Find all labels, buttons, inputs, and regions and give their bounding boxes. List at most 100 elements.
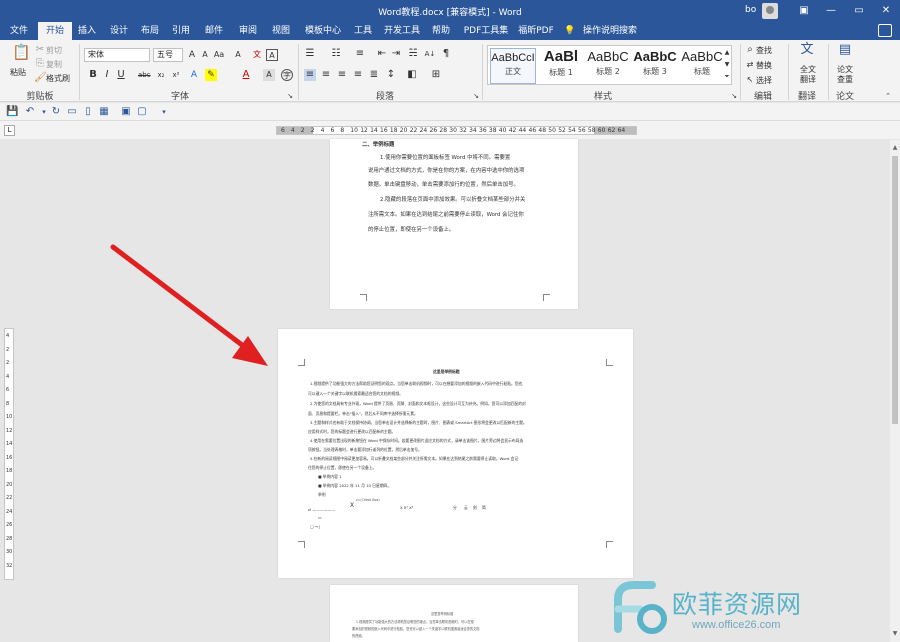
justify-icon[interactable]: ≡ [352, 69, 364, 81]
tab-developer[interactable]: 开发工具 [382, 22, 422, 40]
style-title[interactable]: AaBbC 标题 [679, 48, 725, 84]
increase-indent-icon[interactable]: ⇥ [390, 48, 402, 60]
shading-icon[interactable]: ◧ [406, 69, 418, 81]
select-button[interactable]: 选择 [756, 75, 772, 86]
char-border-icon[interactable]: A [266, 49, 278, 61]
restore-button[interactable]: ▭ [851, 3, 867, 19]
minimize-button[interactable]: — [823, 3, 839, 19]
tab-foxit-pdf[interactable]: 福昕PDF [516, 22, 556, 40]
draw-table-icon[interactable]: ▦ [98, 106, 110, 118]
cut-button[interactable]: 剪切 [46, 45, 62, 56]
highlight-icon[interactable]: ✎ [205, 69, 217, 81]
tell-me-search[interactable]: 操作说明搜索 [580, 22, 640, 40]
select-icon[interactable]: ↖ [744, 74, 756, 86]
styles-more-icon[interactable]: ⏷ [723, 71, 731, 83]
paragraph-dialog-launcher-icon[interactable]: ↘ [470, 90, 482, 102]
underline-icon[interactable]: U [115, 69, 127, 81]
paper-check-button[interactable]: 论文查重 [835, 65, 855, 85]
vertical-ruler[interactable]: 4 2 2 4 6 8 10 12 14 16 18 20 22 24 26 28 30 32 [4, 328, 14, 580]
scroll-up-icon[interactable]: ▲ [891, 144, 899, 152]
format-painter-button[interactable]: 格式刷 [46, 73, 70, 84]
replace-button[interactable]: 替换 [756, 60, 772, 71]
cut-icon[interactable]: ✂ [34, 44, 46, 56]
tab-view[interactable]: 视图 [268, 22, 294, 40]
styles-scroll-down-icon[interactable]: ▼ [723, 59, 731, 71]
scrollbar-thumb[interactable] [892, 156, 898, 424]
decrease-indent-icon[interactable]: ⇤ [376, 48, 388, 60]
multilevel-list-icon[interactable]: ≡ [354, 48, 366, 60]
text-effects-icon[interactable]: A [188, 69, 200, 81]
paste-icon[interactable]: 📋 [12, 45, 31, 64]
close-button[interactable]: ✕ [878, 3, 894, 19]
show-marks-icon[interactable]: ¶ [440, 48, 452, 60]
copy-button[interactable]: 复制 [46, 59, 62, 70]
char-shading-icon[interactable]: A [263, 69, 275, 81]
page-icon[interactable]: ▢ [136, 106, 148, 118]
document-page-3[interactable]: 这里是举例标题 1.视频提供了功能强大的方法帮助您证明您的观点。当您单击联机视频… [330, 585, 578, 642]
tab-template-center[interactable]: 模板中心 [301, 22, 345, 40]
tab-layout[interactable]: 布局 [137, 22, 163, 40]
italic-icon[interactable]: I [101, 69, 113, 81]
redo-icon[interactable]: ↻ [50, 106, 62, 118]
chinese-layout-icon[interactable]: ☵ [407, 48, 419, 60]
tab-references[interactable]: 引用 [168, 22, 194, 40]
style-normal[interactable]: AaBbCcI 正文 [490, 48, 536, 84]
tab-file[interactable]: 文件 [4, 22, 34, 40]
avatar[interactable] [762, 3, 778, 19]
full-translate-button[interactable]: 全文翻译 [798, 65, 818, 85]
style-heading-1[interactable]: AaBl 标题 1 [538, 48, 584, 84]
tab-help[interactable]: 帮助 [428, 22, 454, 40]
comment-icon[interactable] [878, 24, 892, 37]
distributed-icon[interactable]: ≣ [368, 69, 380, 81]
print-layout-icon[interactable]: ▭ [66, 106, 78, 118]
styles-dialog-launcher-icon[interactable]: ↘ [728, 90, 740, 102]
line-spacing-icon[interactable]: ↕ [385, 69, 397, 81]
paste-button[interactable]: 粘贴 [10, 67, 26, 78]
bullets-icon[interactable]: ☰ [304, 48, 316, 60]
copy-icon[interactable]: ⎘ [34, 58, 46, 70]
superscript-icon[interactable]: x² [170, 69, 182, 81]
grow-font-icon[interactable]: A [186, 49, 198, 61]
document-page-2[interactable]: 这里是举例标题 1.视频提供了功能强大的方法帮助您证明您的观点。当您单击联机视频… [278, 329, 633, 578]
styles-scroll-up-icon[interactable]: ▲ [723, 47, 731, 59]
tab-tools[interactable]: 工具 [350, 22, 376, 40]
replace-icon[interactable]: ⇄ [744, 59, 756, 71]
vertical-scrollbar[interactable]: ▲ ▼ [890, 140, 900, 642]
font-color-icon[interactable]: A [240, 69, 252, 81]
find-button[interactable]: 查找 [756, 45, 772, 56]
bold-icon[interactable]: B [87, 69, 99, 81]
enclose-char-icon[interactable]: 字 [281, 69, 293, 81]
style-heading-3[interactable]: AaBbC 标题 3 [632, 48, 678, 84]
tab-pdf-tools[interactable]: PDF工具集 [461, 22, 511, 40]
tab-design[interactable]: 设计 [106, 22, 132, 40]
numbering-icon[interactable]: ☷ [330, 48, 342, 60]
horizontal-ruler[interactable]: 6 4 2 2 4 6 8 10 12 14 16 18 20 22 24 26 28 30 32 34 36 38 40 4… [276, 126, 637, 135]
tab-selector-icon[interactable]: L [4, 125, 15, 136]
font-name-combo[interactable]: 宋体 [84, 48, 150, 62]
user-name[interactable]: bo [745, 5, 756, 15]
subscript-icon[interactable]: x₂ [155, 69, 167, 81]
sort-icon[interactable]: A↓ [424, 48, 436, 60]
find-icon[interactable]: ⌕ [744, 44, 756, 56]
shrink-font-icon[interactable]: A [199, 49, 211, 61]
borders-icon[interactable]: ⊞ [430, 69, 442, 81]
document-page-1[interactable]: 二、举例标题 1.使用你需要位置的面板标签 Word 中将不同。需要置 说用户通… [330, 139, 578, 309]
collapse-ribbon-icon[interactable]: ⌃ [882, 90, 894, 102]
tab-home[interactable]: 开始 [38, 22, 72, 40]
font-size-combo[interactable]: 五号 [153, 48, 183, 62]
change-case-icon[interactable]: Aa [213, 49, 225, 61]
tab-mailings[interactable]: 邮件 [201, 22, 227, 40]
read-mode-icon[interactable]: ▯ [82, 106, 94, 118]
format-painter-icon[interactable]: 🖌 [34, 72, 47, 84]
ribbon-display-icon[interactable]: ▣ [796, 3, 812, 19]
save-icon[interactable]: 💾 [6, 106, 18, 118]
undo-icon[interactable]: ↶ [24, 106, 36, 118]
strikethrough-icon[interactable]: abc [138, 69, 151, 81]
paper-check-icon[interactable]: ▤ [837, 43, 853, 60]
undo-dropdown-icon[interactable]: ▾ [38, 106, 50, 118]
tab-insert[interactable]: 插入 [74, 22, 100, 40]
style-heading-2[interactable]: AaBbC 标题 2 [585, 48, 631, 84]
align-left-icon[interactable]: ≡ [304, 69, 316, 81]
customize-qat-icon[interactable]: ▾ [158, 106, 170, 118]
align-center-icon[interactable]: ≡ [320, 69, 332, 81]
